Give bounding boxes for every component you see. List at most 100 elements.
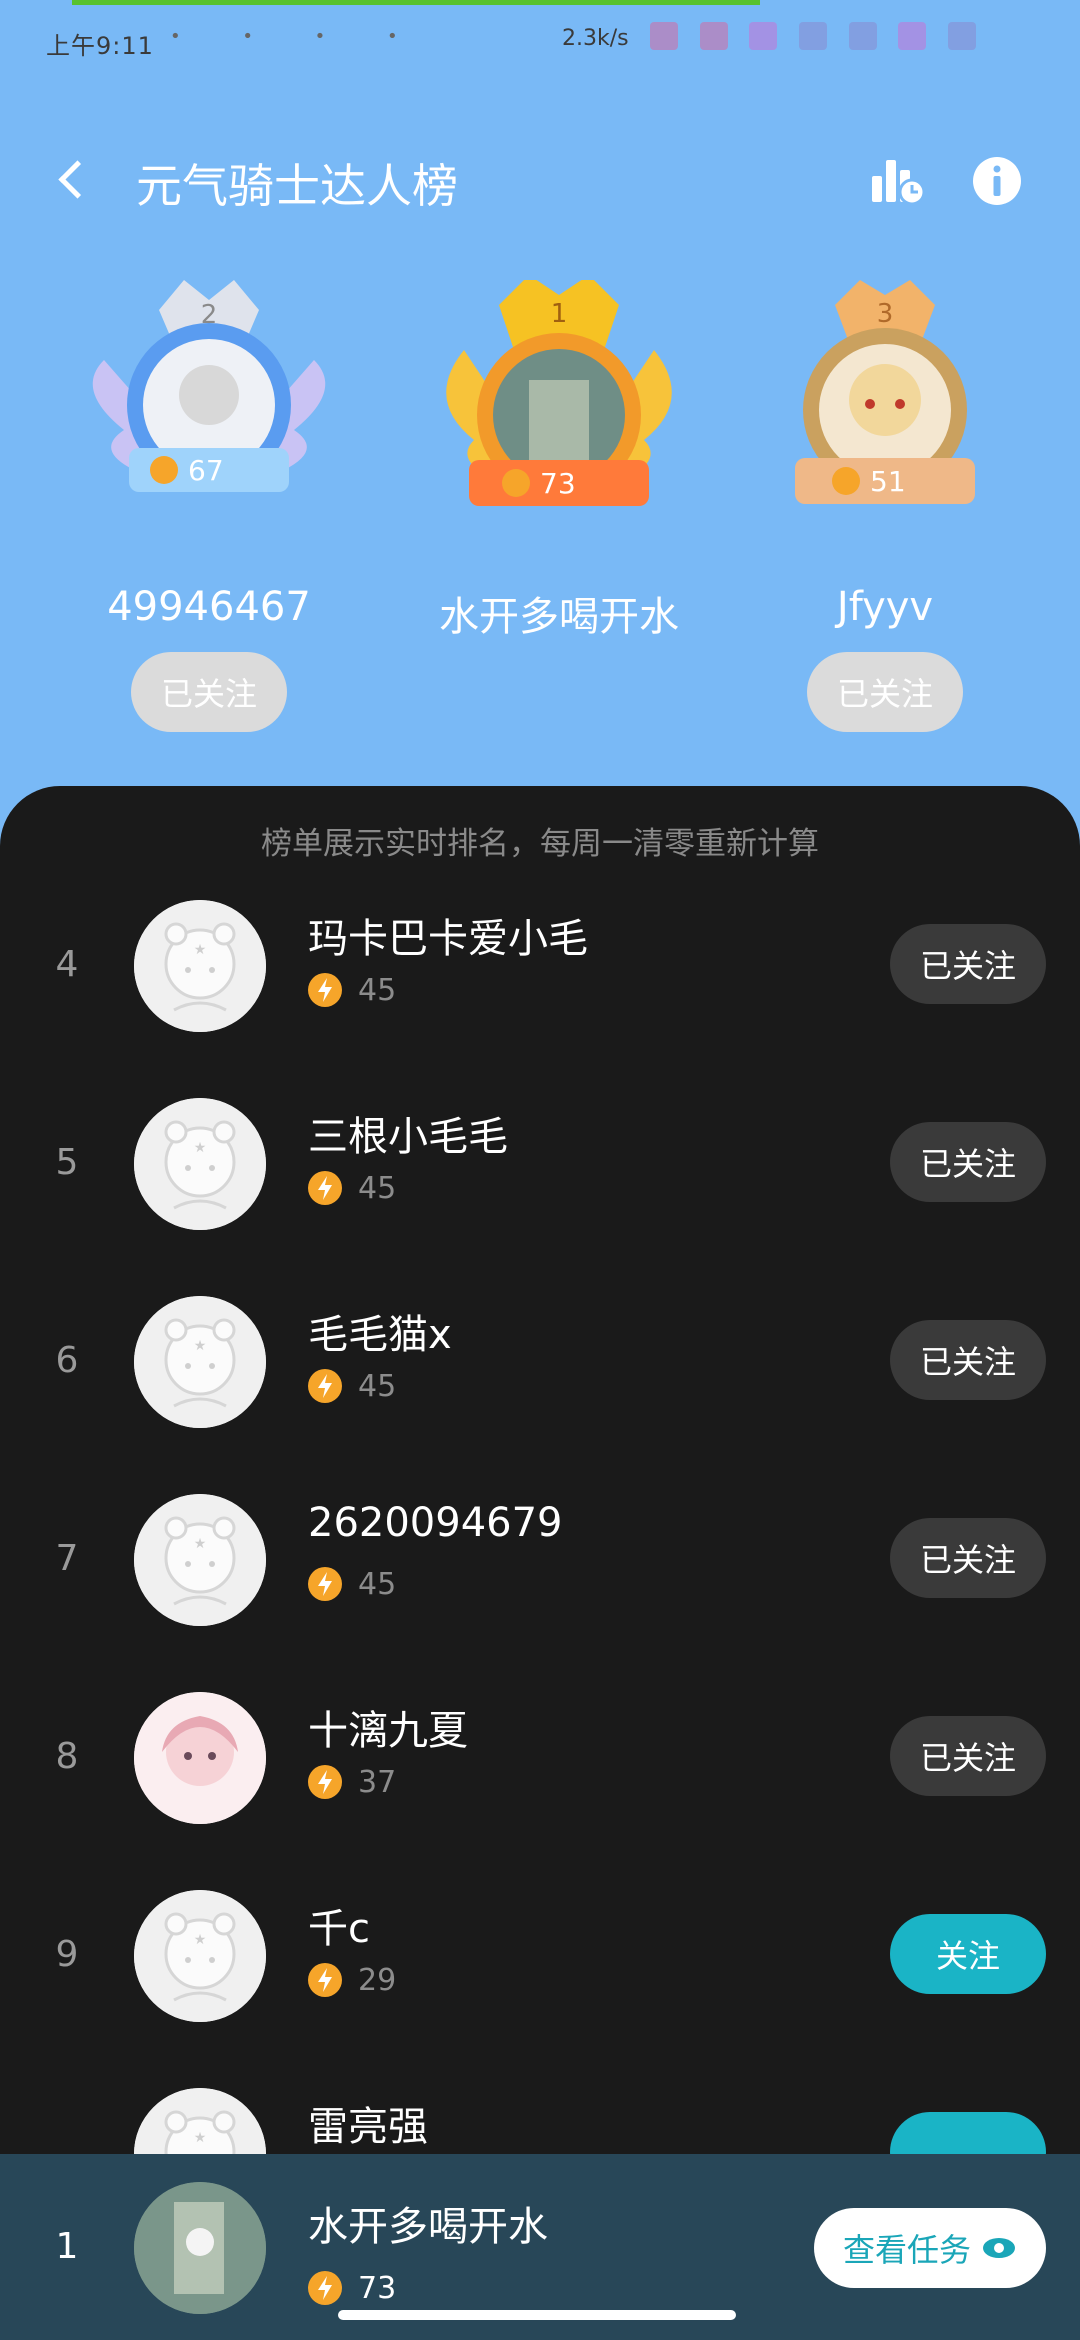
ranking-row[interactable]: 4 ★ 玛卡巴卡爱小毛 45 已关注 — [0, 866, 1080, 1064]
silver-winged-badge-icon[interactable]: 2 67 — [84, 280, 334, 580]
info-icon[interactable] — [968, 152, 1026, 210]
followed-button[interactable]: 已关注 — [890, 1716, 1046, 1796]
notification-dots-icon: • • • • — [170, 26, 426, 47]
ranking-row[interactable]: 5 ★ 三根小毛毛 45 已关注 — [0, 1064, 1080, 1262]
home-indicator[interactable] — [338, 2310, 736, 2320]
user-score: 45 — [308, 1566, 396, 1602]
my-score: 73 — [308, 2270, 396, 2306]
row-rank: 9 — [55, 1934, 79, 1975]
ranking-list-panel[interactable]: 榜单展示实时排名，每周一清零重新计算 4 ★ 玛卡巴卡爱小毛 45 已关注 5 ★ 三根小毛毛… — [0, 786, 1080, 2340]
my-rank: 1 — [55, 2226, 79, 2267]
row-rank: 4 — [55, 944, 79, 985]
signal-icon — [848, 22, 877, 50]
user-name: 2620094679 — [308, 1500, 563, 1546]
gold-winged-badge-icon[interactable]: 1 73 — [434, 275, 684, 580]
follow-button[interactable]: 关注 — [890, 1914, 1046, 1994]
podium-first: 1 73 水开多喝开水 — [434, 275, 684, 642]
ranking-row[interactable]: 8 十漓九夏 37 已关注 — [0, 1658, 1080, 1856]
podium-name: 49946467 — [107, 584, 311, 630]
ranking-row[interactable]: 7 ★ 2620094679 45 已关注 — [0, 1460, 1080, 1658]
user-score-value: 45 — [358, 1368, 397, 1404]
app-header: 元气骑士达人榜 — [0, 130, 1080, 230]
svg-text:★: ★ — [194, 942, 207, 958]
user-avatar[interactable]: ★ — [134, 900, 266, 1032]
notification-icon — [650, 22, 678, 50]
battery-icon — [947, 22, 976, 50]
followed-button[interactable]: 已关注 — [890, 924, 1046, 1004]
status-bar: 上午9:11 • • • • 2.3k/s — [0, 18, 1080, 68]
svg-text:★: ★ — [194, 1536, 207, 1552]
view-tasks-label: 查看任务 — [842, 2231, 971, 2269]
podium-name: Jfyyv — [836, 584, 934, 630]
followed-button[interactable]: 已关注 — [890, 1122, 1046, 1202]
user-name: 雷亮强 — [308, 2104, 428, 2150]
podium-score: 51 — [870, 465, 906, 498]
user-score-value: 45 — [358, 1566, 397, 1602]
svg-text:★: ★ — [194, 1140, 207, 1156]
user-name: 毛毛猫x — [308, 1312, 452, 1358]
podium-third: 3 51 Jfyyv 已关注 — [770, 280, 1000, 732]
followed-button[interactable]: 已关注 — [890, 1320, 1046, 1400]
user-score: 29 — [308, 1962, 396, 1998]
user-name: 十漓九夏 — [308, 1708, 468, 1754]
default-avatar-icon: ★ — [134, 1494, 266, 1626]
row-rank: 7 — [55, 1538, 79, 1579]
user-name: 千c — [308, 1906, 370, 1952]
user-score: 45 — [308, 1368, 396, 1404]
energy-bolt-icon — [308, 2271, 342, 2305]
default-avatar-icon: ★ — [134, 1890, 266, 2022]
notification-icon — [699, 22, 728, 50]
page-title: 元气骑士达人榜 — [136, 159, 458, 213]
user-name: 玛卡巴卡爱小毛 — [308, 916, 588, 962]
user-avatar[interactable]: ★ — [134, 1296, 266, 1428]
network-speed: 2.3k/s — [562, 26, 629, 51]
user-avatar[interactable]: ★ — [134, 1098, 266, 1230]
svg-text:★: ★ — [194, 2130, 207, 2146]
loading-progress-bar — [72, 0, 760, 5]
ranking-notice: 榜单展示实时排名，每周一清零重新计算 — [261, 826, 819, 862]
user-avatar[interactable]: ★ — [134, 1890, 266, 2022]
notification-icon — [798, 22, 827, 50]
user-score-value: 29 — [358, 1962, 397, 1998]
energy-bolt-icon — [308, 1567, 342, 1601]
user-score: 37 — [308, 1764, 396, 1800]
user-avatar[interactable]: ★ — [134, 1494, 266, 1626]
followed-button[interactable]: 已关注 — [807, 652, 963, 732]
podium-score: 73 — [540, 467, 576, 500]
row-rank: 8 — [55, 1736, 79, 1777]
my-name: 水开多喝开水 — [308, 2204, 548, 2250]
user-score: 45 — [308, 972, 396, 1008]
row-rank: 5 — [55, 1142, 79, 1183]
my-avatar[interactable] — [134, 2182, 266, 2314]
followed-button[interactable]: 已关注 — [131, 652, 287, 732]
svg-text:★: ★ — [194, 1338, 207, 1354]
user-score-value: 45 — [358, 972, 397, 1008]
status-icons — [650, 22, 1040, 62]
user-avatar[interactable] — [134, 1692, 266, 1824]
podium-rank: 3 — [877, 299, 894, 329]
svg-text:★: ★ — [194, 1932, 207, 1948]
user-name: 三根小毛毛 — [308, 1114, 508, 1160]
podium-rank: 1 — [551, 299, 568, 329]
default-avatar-icon: ★ — [134, 1098, 266, 1230]
podium-name: 水开多喝开水 — [439, 594, 679, 640]
energy-bolt-icon — [308, 1963, 342, 1997]
user-score-value: 37 — [358, 1764, 397, 1800]
energy-bolt-icon — [308, 973, 342, 1007]
leaderboard-page: 上午9:11 • • • • 2.3k/s 元气骑士达人榜 2 67 49946… — [0, 0, 1080, 2340]
signal-icon — [898, 22, 927, 50]
ranking-history-icon[interactable] — [868, 152, 926, 210]
row-rank: 6 — [55, 1340, 79, 1381]
ranking-row[interactable]: 9 ★ 千c 29 关注 — [0, 1856, 1080, 2054]
user-score: 45 — [308, 1170, 396, 1206]
default-avatar-icon: ★ — [134, 1296, 266, 1428]
bronze-badge-icon[interactable]: 3 51 — [770, 280, 1000, 580]
energy-bolt-icon — [308, 1369, 342, 1403]
energy-bolt-icon — [308, 1765, 342, 1799]
view-tasks-button[interactable]: 查看任务 — [814, 2208, 1046, 2288]
status-time: 上午9:11 — [46, 32, 154, 60]
followed-button[interactable]: 已关注 — [890, 1518, 1046, 1598]
back-button[interactable] — [50, 150, 100, 210]
ranking-row[interactable]: 6 ★ 毛毛猫x 45 已关注 — [0, 1262, 1080, 1460]
my-score-value: 73 — [358, 2270, 397, 2306]
